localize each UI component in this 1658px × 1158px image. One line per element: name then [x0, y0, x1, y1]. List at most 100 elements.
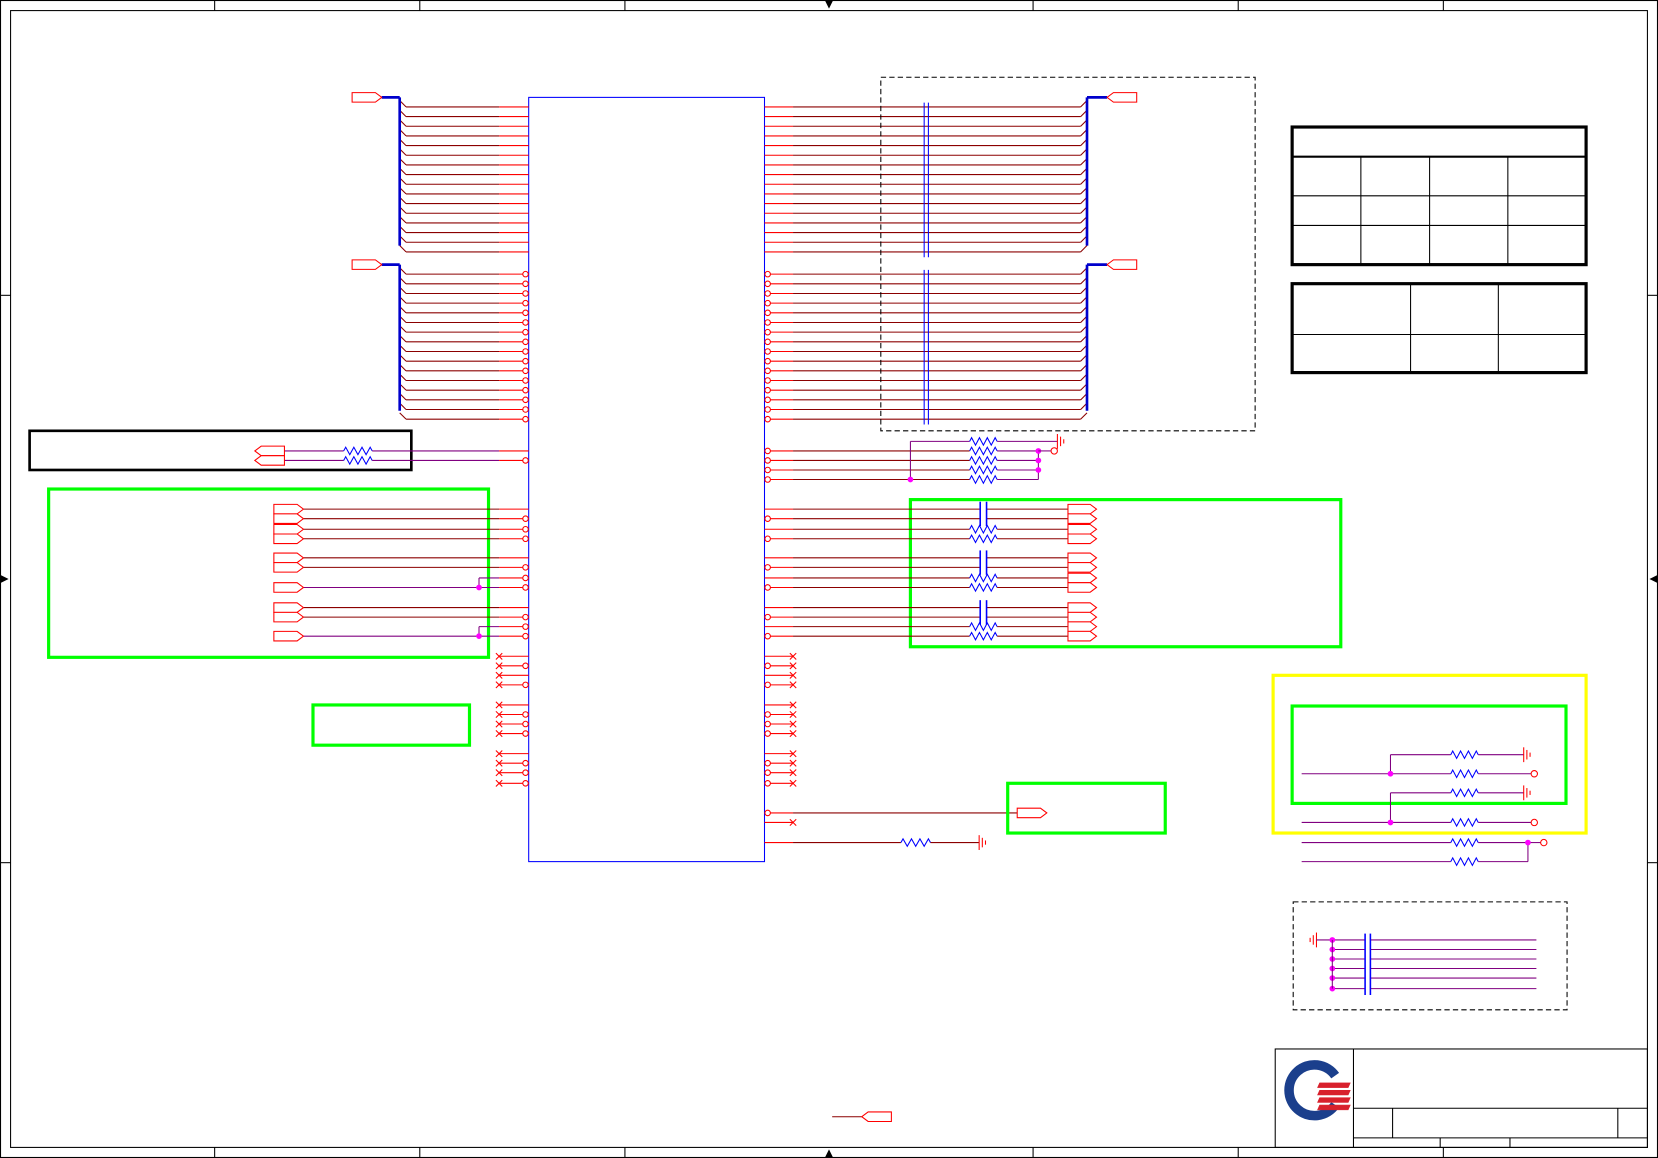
- pin-bubble: [522, 290, 529, 297]
- pin-bubble: [764, 377, 771, 384]
- pin-bubble: [764, 809, 771, 817]
- resistor-icon: [969, 631, 998, 641]
- pin-bubble: [764, 662, 771, 670]
- pin-bubble: [522, 270, 529, 278]
- off-page-connector-icon: [1067, 572, 1098, 584]
- pin-bubble: [764, 584, 771, 591]
- sheet-frame: [0, 0, 1658, 1158]
- zone-arrow-icon: [0, 574, 9, 584]
- resistor-icon: [1450, 787, 1479, 798]
- pin-bubble: [522, 720, 529, 728]
- pin-bubble: [764, 367, 771, 375]
- off-page-connector-icon: [273, 503, 305, 515]
- zone-arrow-icon: [1649, 574, 1658, 584]
- pin-bubble: [764, 357, 771, 365]
- right-green-group: [764, 498, 1343, 649]
- junction-dot: [1525, 839, 1531, 846]
- off-page-connector-icon: [1067, 621, 1098, 632]
- off-page-connector-icon: [1067, 533, 1098, 545]
- pin-bubble: [764, 457, 771, 464]
- pin-bubble: [764, 564, 771, 571]
- pin-bubble: [764, 759, 771, 767]
- junction-dot: [1035, 467, 1042, 473]
- pin-bubble: [764, 338, 771, 346]
- off-page-connector-icon: [1067, 630, 1098, 642]
- pin-bubble: [764, 328, 771, 336]
- pin-bubble: [522, 584, 529, 591]
- pin-bubble: [764, 476, 771, 483]
- off-page-connector-icon: [253, 445, 285, 457]
- pin-bubble: [764, 681, 771, 689]
- pin-bubble: [522, 564, 529, 571]
- ic-symbol: [528, 96, 766, 863]
- pin-bubble: [764, 466, 771, 474]
- test-point-icon: [1540, 838, 1548, 847]
- pin-bubble: [764, 299, 771, 307]
- junction-dot: [1387, 770, 1394, 777]
- off-page-connector-icon: [351, 92, 383, 103]
- bus-entry: [1080, 412, 1088, 420]
- dashed-group-boundary: [1292, 901, 1568, 1011]
- pin-bubble: [522, 457, 529, 464]
- resistor-icon: [343, 446, 373, 456]
- pin-bubble: [764, 280, 771, 288]
- off-page-connector-icon: [273, 552, 305, 564]
- resistor-icon: [1450, 817, 1479, 828]
- resistor-icon: [1450, 768, 1479, 779]
- pin-bubble: [764, 720, 771, 728]
- off-page-connector-icon: [1067, 523, 1098, 535]
- off-page-connector-icon: [1067, 611, 1098, 623]
- pin-bubble: [522, 299, 529, 307]
- pin-bubble: [522, 386, 529, 394]
- off-page-connector-icon: [351, 259, 383, 270]
- green-highlight-box: [908, 498, 1343, 649]
- pin-bubble: [522, 280, 529, 288]
- zone-arrow-icon: [824, 1149, 834, 1158]
- off-page-connector-icon: [273, 523, 305, 535]
- pin-bubble: [522, 662, 529, 670]
- right-bus-groups: [764, 76, 1256, 432]
- off-page-connector-icon: [273, 611, 305, 623]
- pin-bubble: [522, 574, 529, 582]
- junction-dot: [476, 584, 482, 591]
- off-page-connector-icon: [273, 582, 305, 593]
- pin-bubble: [522, 711, 529, 718]
- bus-entry: [1080, 245, 1088, 253]
- pin-bubble: [764, 535, 771, 543]
- pin-bubble: [522, 319, 529, 326]
- company-logo-icon: [1284, 1060, 1351, 1121]
- pin-bubble: [522, 613, 529, 621]
- resistor-icon: [969, 474, 998, 485]
- pin-bubble: [764, 613, 771, 621]
- test-point-icon: [1050, 447, 1058, 455]
- pin-bubble: [522, 632, 529, 640]
- pin-bubble: [764, 780, 771, 787]
- pin-bubble: [522, 759, 529, 767]
- resistor-icon: [343, 455, 373, 466]
- junction-dot: [1035, 457, 1042, 464]
- no-connect-pins: [495, 652, 797, 787]
- pin-bubble: [764, 769, 771, 776]
- resistor-icon: [969, 524, 998, 535]
- pin-bubble: [764, 348, 771, 355]
- pin-bubble: [764, 290, 771, 297]
- pin-bubble: [764, 396, 771, 404]
- pin-bubble: [764, 406, 771, 413]
- off-page-connector-icon: [273, 513, 305, 524]
- off-page-connector-icon: [1067, 562, 1098, 573]
- pin-bubble: [522, 367, 529, 375]
- off-page-connector-icon: [1067, 513, 1098, 524]
- resistor-icon: [1450, 837, 1479, 848]
- pin-bubble: [764, 632, 771, 640]
- pin-bubble: [522, 780, 529, 787]
- zone-arrow-icon: [824, 0, 834, 9]
- left-green-group: [47, 487, 529, 747]
- off-page-connector-icon: [1016, 807, 1048, 819]
- pin-bubble: [764, 270, 771, 278]
- resistor-icon: [969, 573, 998, 583]
- pin-bubble: [522, 377, 529, 384]
- pin-bubble: [764, 415, 771, 423]
- pin-bubble: [764, 319, 771, 326]
- off-page-connector-icon: [1067, 602, 1098, 613]
- left-bus-groups: [351, 92, 529, 423]
